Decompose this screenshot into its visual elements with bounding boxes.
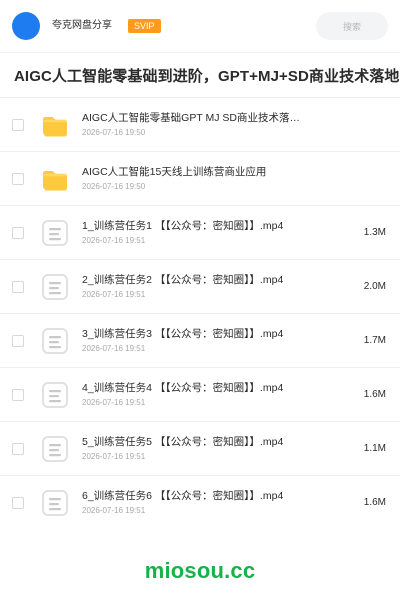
footer: miosou.cc	[0, 542, 400, 600]
row-meta: 5_训练营任务5 【【公众号：密知圈】】.mp4 2026-07-16 19:5…	[82, 436, 350, 461]
document-icon	[38, 378, 72, 412]
row-meta: 3_训练营任务3 【【公众号：密知圈】】.mp4 2026-07-16 19:5…	[82, 328, 350, 353]
file-row[interactable]: 5_训练营任务5 【【公众号：密知圈】】.mp4 2026-07-16 19:5…	[0, 421, 400, 475]
file-size: 1.6M	[363, 389, 386, 400]
search-button[interactable]: 搜索	[316, 12, 388, 40]
avatar[interactable]	[12, 12, 40, 40]
document-icon	[38, 270, 72, 304]
row-checkbox[interactable]	[12, 496, 24, 509]
row-meta: 4_训练营任务4 【【公众号：密知圈】】.mp4 2026-07-16 19:5…	[82, 382, 350, 407]
row-meta: 1_训练营任务1 【【公众号：密知圈】】.mp4 2026-07-16 19:5…	[82, 220, 350, 245]
row-checkbox[interactable]	[12, 280, 24, 293]
file-name: 2_训练营任务2 【【公众号：密知圈】】.mp4	[82, 274, 284, 287]
file-date: 2026-07-16 19:50	[82, 181, 146, 191]
file-row[interactable]: AIGC人工智能15天线上训练营商业应用 2026-07-16 19:50	[0, 151, 400, 205]
file-name: 3_训练营任务3 【【公众号：密知圈】】.mp4	[82, 328, 284, 341]
page-title: AIGC人工智能零基础到进阶，GPT+MJ+SD商业技术落地，	[14, 67, 400, 85]
file-date: 2026-07-16 19:51	[82, 505, 146, 515]
folder-icon	[38, 108, 72, 142]
document-icon	[38, 216, 72, 250]
file-date: 2026-07-16 19:51	[82, 343, 146, 353]
file-size: 1.6M	[363, 497, 386, 508]
file-date: 2026-07-16 19:51	[82, 451, 146, 461]
row-meta: AIGC人工智能15天线上训练营商业应用 2026-07-16 19:50	[82, 166, 350, 191]
row-checkbox[interactable]	[12, 118, 24, 131]
row-meta: AIGC人工智能零基础GPT MJ SD商业技术落… 2026-07-16 19…	[82, 112, 350, 137]
row-checkbox[interactable]	[12, 388, 24, 401]
row-checkbox[interactable]	[12, 172, 24, 185]
file-name: 5_训练营任务5 【【公众号：密知圈】】.mp4	[82, 436, 284, 449]
search-label: 搜索	[342, 21, 361, 32]
row-meta: 2_训练营任务2 【【公众号：密知圈】】.mp4 2026-07-16 19:5…	[82, 274, 350, 299]
row-meta: 6_训练营任务6 【【公众号：密知圈】】.mp4 2026-07-16 19:5…	[82, 490, 350, 515]
document-icon	[38, 486, 72, 520]
file-size: 1.1M	[363, 443, 386, 454]
row-checkbox[interactable]	[12, 442, 24, 455]
document-icon	[38, 432, 72, 466]
file-row[interactable]: AIGC人工智能零基础GPT MJ SD商业技术落… 2026-07-16 19…	[0, 97, 400, 151]
file-date: 2026-07-16 19:51	[82, 289, 146, 299]
document-icon	[38, 324, 72, 358]
header-title: 夸克网盘分享	[52, 20, 112, 31]
folder-icon	[38, 162, 72, 196]
file-row[interactable]: 4_训练营任务4 【【公众号：密知圈】】.mp4 2026-07-16 19:5…	[0, 367, 400, 421]
svip-badge: SVIP	[128, 19, 161, 33]
file-date: 2026-07-16 19:50	[82, 127, 146, 137]
file-size: 1.7M	[363, 335, 386, 346]
file-name: 6_训练营任务6 【【公众号：密知圈】】.mp4	[82, 490, 284, 503]
row-checkbox[interactable]	[12, 226, 24, 239]
file-row[interactable]: 6_训练营任务6 【【公众号：密知圈】】.mp4 2026-07-16 19:5…	[0, 475, 400, 529]
watermark: miosou.cc	[144, 558, 256, 583]
file-list: AIGC人工智能零基础GPT MJ SD商业技术落… 2026-07-16 19…	[0, 97, 400, 529]
file-size: 1.3M	[363, 227, 386, 238]
file-name: AIGC人工智能零基础GPT MJ SD商业技术落…	[82, 112, 300, 125]
file-row[interactable]: 2_训练营任务2 【【公众号：密知圈】】.mp4 2026-07-16 19:5…	[0, 259, 400, 313]
file-row[interactable]: 1_训练营任务1 【【公众号：密知圈】】.mp4 2026-07-16 19:5…	[0, 205, 400, 259]
file-name: AIGC人工智能15天线上训练营商业应用	[82, 166, 267, 179]
file-name: 1_训练营任务1 【【公众号：密知圈】】.mp4	[82, 220, 284, 233]
file-size: 2.0M	[363, 281, 386, 292]
row-checkbox[interactable]	[12, 334, 24, 347]
top-bar: 夸克网盘分享 SVIP 搜索	[0, 0, 400, 52]
file-row[interactable]: 3_训练营任务3 【【公众号：密知圈】】.mp4 2026-07-16 19:5…	[0, 313, 400, 367]
file-date: 2026-07-16 19:51	[82, 397, 146, 407]
file-name: 4_训练营任务4 【【公众号：密知圈】】.mp4	[82, 382, 284, 395]
file-date: 2026-07-16 19:51	[82, 235, 146, 245]
